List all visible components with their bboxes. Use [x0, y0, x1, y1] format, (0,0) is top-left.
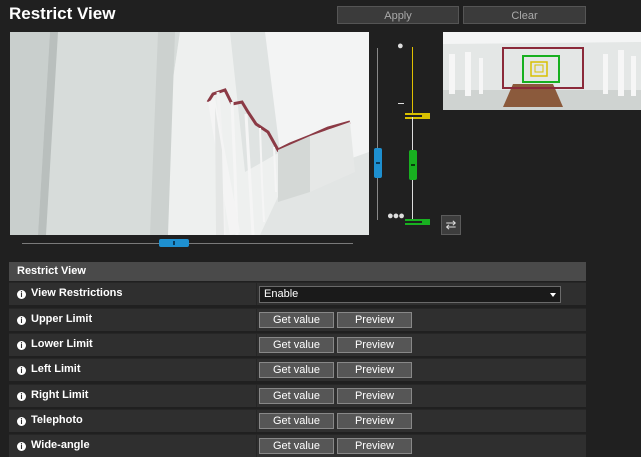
- zoom-slider-track[interactable]: [377, 48, 378, 220]
- setting-row-lower-limit: i Lower Limit Get value Preview: [9, 333, 586, 356]
- camera-view[interactable]: [10, 32, 369, 235]
- upper-limit-preview-button[interactable]: Preview: [337, 312, 412, 328]
- tilt-upper-range: [412, 47, 413, 117]
- overview-image: [443, 32, 641, 110]
- setting-row-right-limit: i Right Limit Get value Preview: [9, 384, 586, 407]
- chevron-down-icon: [550, 293, 556, 297]
- tilt-upper-limit-marker[interactable]: [405, 113, 430, 119]
- right-limit-get-value-button[interactable]: Get value: [259, 388, 334, 404]
- page-title: Restrict View: [9, 4, 116, 23]
- setting-row-wide-angle: i Wide-angle Get value Preview: [9, 434, 586, 457]
- single-drop-icon: ●: [397, 40, 404, 52]
- setting-row-upper-limit: i Upper Limit Get value Preview: [9, 308, 586, 331]
- setting-row-telephoto: i Telephoto Get value Preview: [9, 409, 586, 432]
- lower-limit-preview-button[interactable]: Preview: [337, 337, 412, 353]
- info-icon[interactable]: i: [17, 442, 26, 451]
- tilt-slider-handle[interactable]: [409, 150, 417, 180]
- setting-row-view-restrictions: i View Restrictions Enable: [9, 282, 586, 305]
- lower-limit-get-value-button[interactable]: Get value: [259, 337, 334, 353]
- telephoto-preview-button[interactable]: Preview: [337, 413, 412, 429]
- pan-slider-handle[interactable]: [159, 239, 189, 247]
- section-header: Restrict View: [9, 262, 586, 281]
- wide-angle-get-value-button[interactable]: Get value: [259, 438, 334, 454]
- camera-image: [10, 32, 369, 235]
- tilt-lower-limit-marker[interactable]: [405, 219, 430, 225]
- apply-button[interactable]: Apply: [337, 6, 459, 24]
- info-icon[interactable]: i: [17, 341, 26, 350]
- setting-label: Right Limit: [31, 389, 89, 401]
- info-icon[interactable]: i: [17, 316, 26, 325]
- wide-angle-preview-button[interactable]: Preview: [337, 438, 412, 454]
- clear-button[interactable]: Clear: [463, 6, 586, 24]
- setting-label: Upper Limit: [31, 313, 93, 325]
- right-limit-preview-button[interactable]: Preview: [337, 388, 412, 404]
- upper-limit-get-value-button[interactable]: Get value: [259, 312, 334, 328]
- view-restrictions-select[interactable]: Enable: [259, 286, 561, 303]
- swap-arrows-icon[interactable]: ⇄: [441, 215, 461, 235]
- tilt-top-marker: [398, 103, 404, 104]
- left-limit-preview-button[interactable]: Preview: [337, 362, 412, 378]
- setting-label: Telephoto: [31, 414, 83, 426]
- setting-label: View Restrictions: [31, 287, 123, 299]
- telephoto-get-value-button[interactable]: Get value: [259, 413, 334, 429]
- setting-label: Lower Limit: [31, 338, 93, 350]
- setting-row-left-limit: i Left Limit Get value Preview: [9, 358, 586, 381]
- left-limit-get-value-button[interactable]: Get value: [259, 362, 334, 378]
- info-icon[interactable]: i: [17, 290, 26, 299]
- zoom-slider-handle[interactable]: [374, 148, 382, 178]
- info-icon[interactable]: i: [17, 417, 26, 426]
- overview-map[interactable]: [443, 32, 641, 110]
- info-icon[interactable]: i: [17, 366, 26, 375]
- info-icon[interactable]: i: [17, 392, 26, 401]
- setting-label: Left Limit: [31, 363, 81, 375]
- select-value: Enable: [264, 288, 299, 300]
- triple-drop-icon: ●●●: [387, 210, 405, 222]
- setting-label: Wide-angle: [31, 439, 90, 451]
